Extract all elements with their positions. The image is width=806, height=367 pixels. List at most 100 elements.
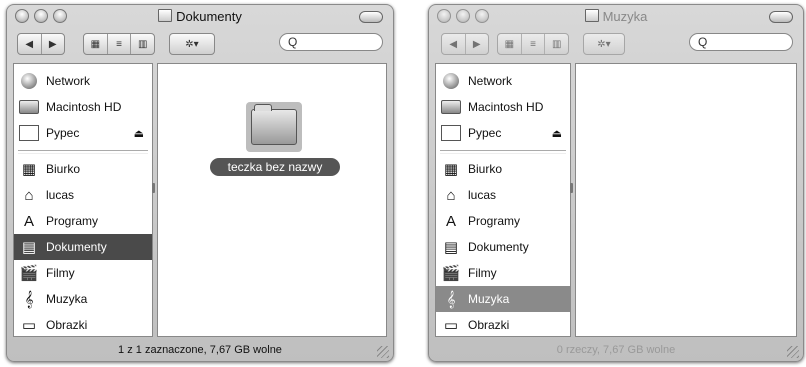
sidebar-item-network[interactable]: Network xyxy=(436,68,570,94)
folder-name-label[interactable]: teczka bez nazwy xyxy=(210,158,340,176)
disk-icon xyxy=(440,123,462,143)
forward-button[interactable]: ▶ xyxy=(466,34,489,54)
sidebar-item-label: Programy xyxy=(46,214,99,228)
toolbar-toggle-button[interactable] xyxy=(359,11,383,23)
folder-icon xyxy=(158,9,173,22)
toolbar: ◀ ▶ ▦ ≡ ▥ ✲▾ Q xyxy=(7,29,393,57)
sidebar-item-lucas[interactable]: ⌂ lucas xyxy=(436,182,570,208)
home-icon: ⌂ xyxy=(24,186,34,204)
list-view-button[interactable]: ≡ xyxy=(522,34,546,54)
sidebar-item-obrazki[interactable]: ▭ Obrazki xyxy=(14,312,152,338)
documents-icon: ▤ xyxy=(21,239,37,256)
sidebar-item-pypec[interactable]: Pypec ⏏ xyxy=(14,120,152,146)
sidebar-item-dokumenty[interactable]: ▤ Dokumenty xyxy=(14,234,152,260)
window-title-text: Muzyka xyxy=(602,9,648,24)
toolbar: ◀ ▶ ▦ ≡ ▥ ✲▾ Q xyxy=(429,29,803,57)
sidebar-item-label: Muzyka xyxy=(46,292,88,306)
sidebar-item-macintosh-hd[interactable]: Macintosh HD xyxy=(14,94,152,120)
sidebar: Network Macintosh HD Pypec ⏏ ▦ Biurko ⌂ … xyxy=(435,63,571,337)
sidebar-item-biurko[interactable]: ▦ Biurko xyxy=(14,156,152,182)
eject-icon[interactable]: ⏏ xyxy=(134,127,144,140)
network-globe-icon xyxy=(440,71,462,91)
sidebar-item-label: Obrazki xyxy=(468,318,510,332)
disk-icon xyxy=(18,123,40,143)
sidebar-item-programy[interactable]: A Programy xyxy=(436,208,570,234)
view-mode-control: ▦ ≡ ▥ xyxy=(83,33,155,55)
resize-grip[interactable] xyxy=(377,346,389,358)
pictures-icon: ▭ xyxy=(443,317,459,334)
file-area[interactable] xyxy=(575,63,797,337)
window-title-text: Dokumenty xyxy=(176,9,242,24)
title-bar[interactable]: Dokumenty xyxy=(7,5,393,27)
hard-drive-icon xyxy=(18,97,40,117)
toolbar-toggle-button[interactable] xyxy=(769,11,793,23)
movies-icon: 🎬 xyxy=(441,265,461,282)
search-field[interactable]: Q xyxy=(279,33,383,51)
sidebar-item-label: Biurko xyxy=(468,162,503,176)
sidebar-item-filmy[interactable]: 🎬 Filmy xyxy=(14,260,152,286)
movies-icon: 🎬 xyxy=(19,265,39,282)
status-bar: 0 rzeczy, 7,67 GB wolne xyxy=(556,344,676,356)
action-menu-button[interactable]: ✲▾ xyxy=(583,33,625,55)
sidebar-item-muzyka[interactable]: 𝄞 Muzyka xyxy=(14,286,152,312)
sidebar-item-muzyka[interactable]: 𝄞 Muzyka xyxy=(436,286,570,312)
network-globe-icon xyxy=(18,71,40,91)
sidebar-item-label: Pypec xyxy=(46,126,80,140)
eject-icon[interactable]: ⏏ xyxy=(552,127,562,140)
sidebar-item-label: Biurko xyxy=(46,162,81,176)
sidebar-divider xyxy=(18,150,148,154)
desktop-icon: ▦ xyxy=(21,161,37,178)
sidebar-item-pypec[interactable]: Pypec ⏏ xyxy=(436,120,570,146)
sidebar-item-label: Programy xyxy=(468,214,521,228)
list-view-button[interactable]: ≡ xyxy=(108,34,132,54)
back-button[interactable]: ◀ xyxy=(442,34,466,54)
desktop-icon: ▦ xyxy=(443,161,459,178)
folder-icon[interactable] xyxy=(246,102,302,152)
status-bar: 1 z 1 zaznaczone, 7,67 GB wolne xyxy=(118,344,282,356)
title-bar[interactable]: Muzyka xyxy=(429,5,803,27)
view-mode-control: ▦ ≡ ▥ xyxy=(497,33,569,55)
search-icon: Q xyxy=(698,35,708,49)
icon-view-button[interactable]: ▦ xyxy=(498,34,522,54)
sidebar-resize-handle[interactable] xyxy=(570,183,573,193)
forward-button[interactable]: ▶ xyxy=(42,34,65,54)
gear-icon: ✲▾ xyxy=(597,38,611,50)
finder-window-muzyka: Muzyka ◀ ▶ ▦ ≡ ▥ ✲▾ Q Network Macintosh … xyxy=(428,4,804,362)
home-icon: ⌂ xyxy=(446,186,456,204)
applications-icon: A xyxy=(445,212,456,230)
sidebar-item-network[interactable]: Network xyxy=(14,68,152,94)
sidebar-item-lucas[interactable]: ⌂ lucas xyxy=(14,182,152,208)
sidebar-resize-handle[interactable] xyxy=(152,183,155,193)
action-menu-button[interactable]: ✲▾ xyxy=(169,33,215,55)
sidebar-item-label: Network xyxy=(468,74,513,88)
sidebar-item-obrazki[interactable]: ▭ Obrazki xyxy=(436,312,570,338)
sidebar-item-label: Macintosh HD xyxy=(46,100,122,114)
documents-icon: ▤ xyxy=(443,239,459,256)
sidebar-item-label: Obrazki xyxy=(46,318,88,332)
search-field[interactable]: Q xyxy=(689,33,793,51)
finder-window-dokumenty: Dokumenty ◀ ▶ ▦ ≡ ▥ ✲▾ Q Network Macinto… xyxy=(6,4,394,362)
pictures-icon: ▭ xyxy=(21,317,37,334)
gear-icon: ✲▾ xyxy=(185,38,199,50)
column-view-button[interactable]: ▥ xyxy=(545,34,568,54)
sidebar-item-macintosh-hd[interactable]: Macintosh HD xyxy=(436,94,570,120)
sidebar-item-label: Filmy xyxy=(468,266,497,280)
back-forward-control: ◀ ▶ xyxy=(17,33,65,55)
music-icon: 𝄞 xyxy=(446,290,456,308)
sidebar: Network Macintosh HD Pypec ⏏ ▦ Biurko ⌂ … xyxy=(13,63,153,337)
file-area[interactable]: teczka bez nazwy xyxy=(157,63,387,337)
sidebar-item-label: lucas xyxy=(46,188,75,202)
column-view-button[interactable]: ▥ xyxy=(131,34,154,54)
sidebar-item-dokumenty[interactable]: ▤ Dokumenty xyxy=(436,234,570,260)
back-forward-control: ◀ ▶ xyxy=(441,33,489,55)
back-button[interactable]: ◀ xyxy=(18,34,42,54)
resize-grip[interactable] xyxy=(787,346,799,358)
sidebar-item-label: Pypec xyxy=(468,126,502,140)
applications-icon: A xyxy=(23,212,34,230)
sidebar-item-label: Macintosh HD xyxy=(468,100,544,114)
sidebar-item-programy[interactable]: A Programy xyxy=(14,208,152,234)
icon-view-button[interactable]: ▦ xyxy=(84,34,108,54)
window-title: Dokumenty xyxy=(7,9,393,24)
sidebar-item-biurko[interactable]: ▦ Biurko xyxy=(436,156,570,182)
sidebar-item-filmy[interactable]: 🎬 Filmy xyxy=(436,260,570,286)
